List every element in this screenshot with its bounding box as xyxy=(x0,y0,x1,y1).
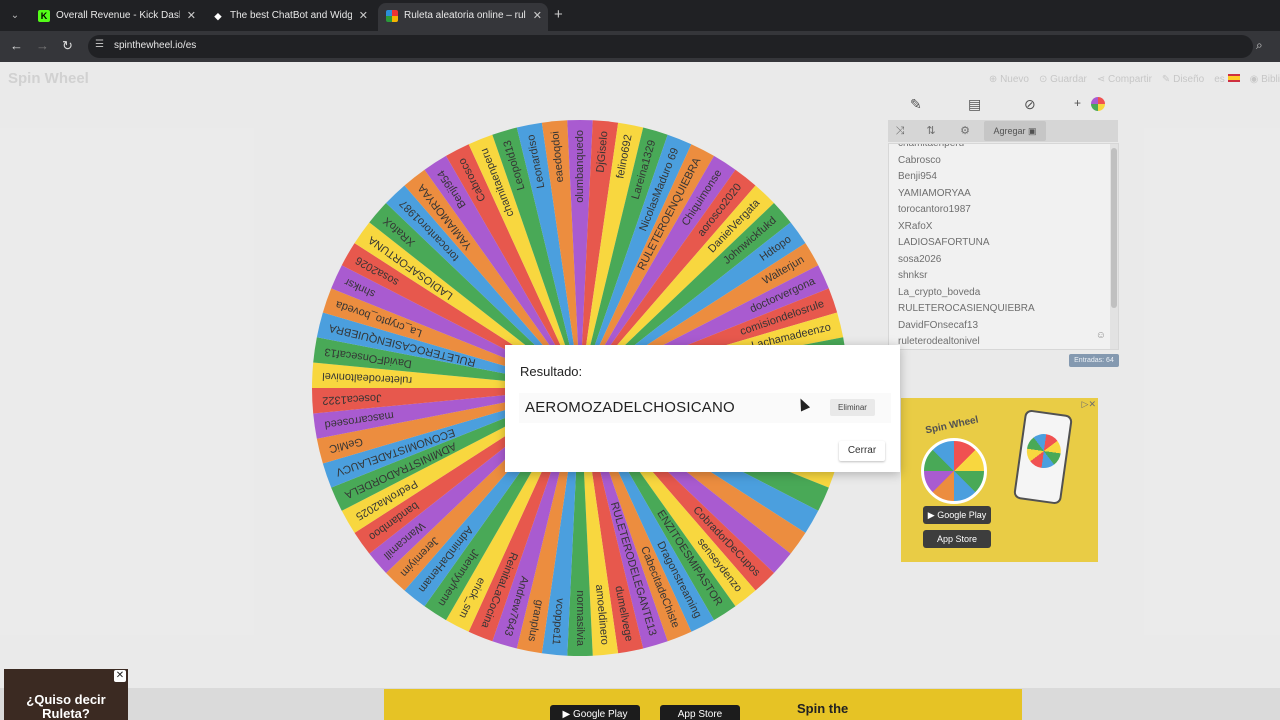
back-icon[interactable]: ← xyxy=(10,38,23,53)
close-tab-icon[interactable]: ✕ xyxy=(187,3,196,29)
corner-ad-close-icon[interactable]: ✕ xyxy=(114,670,126,682)
banner-brand: Spin the xyxy=(797,701,849,716)
address-bar[interactable]: ☰ spinthewheel.io/es xyxy=(88,35,1253,58)
botrix-icon: ◆ xyxy=(214,11,222,21)
new-tab-icon[interactable]: + xyxy=(554,6,563,23)
spinthewheel-icon xyxy=(386,10,398,22)
page: Spin Wheel ⊕ Nuevo ⊙ Guardar ⋖ Compartir… xyxy=(0,62,1280,720)
corner-ad[interactable]: ✕ ¿Quiso decir Ruleta? xyxy=(4,669,128,720)
browser-tabbar: ⌄ K Overall Revenue - Kick Dashbo ✕ ◆ Th… xyxy=(0,0,1280,31)
close-tab-icon[interactable]: ✕ xyxy=(359,3,368,29)
result-title: Resultado: xyxy=(520,364,583,379)
browser-toolbar: ← → ↻ ☰ spinthewheel.io/es ⌕ xyxy=(0,31,1280,62)
banner-app-store-button[interactable]: App Store xyxy=(660,705,740,720)
tab-botrix[interactable]: ◆ The best ChatBot and Widgets ✕ xyxy=(204,3,374,31)
tab-kick[interactable]: K Overall Revenue - Kick Dashbo ✕ xyxy=(30,3,202,31)
banner-google-play-button[interactable]: ▶ Google Play xyxy=(550,705,640,720)
kick-icon: K xyxy=(38,10,50,22)
reload-icon[interactable]: ↻ xyxy=(62,38,73,54)
delete-button[interactable]: Eliminar xyxy=(830,399,875,416)
tab-search-icon[interactable]: ⌄ xyxy=(6,7,24,25)
tab-spinthewheel[interactable]: Ruleta aleatoria online – ruleta ✕ xyxy=(378,3,548,31)
result-row: AEROMOZADELCHOSICANO Eliminar xyxy=(519,393,891,423)
result-dialog: Resultado: AEROMOZADELCHOSICANO Eliminar… xyxy=(505,345,900,472)
zoom-icon[interactable]: ⌕ xyxy=(1256,38,1263,53)
close-button[interactable]: Cerrar xyxy=(839,441,885,461)
close-tab-icon[interactable]: ✕ xyxy=(533,3,542,29)
site-settings-icon[interactable]: ☰ xyxy=(95,39,104,50)
bottom-banner-ad[interactable]: ▶ Google Play App Store Spin the xyxy=(384,689,1022,720)
forward-icon[interactable]: → xyxy=(36,38,49,53)
result-value: AEROMOZADELCHOSICANO xyxy=(525,399,735,416)
